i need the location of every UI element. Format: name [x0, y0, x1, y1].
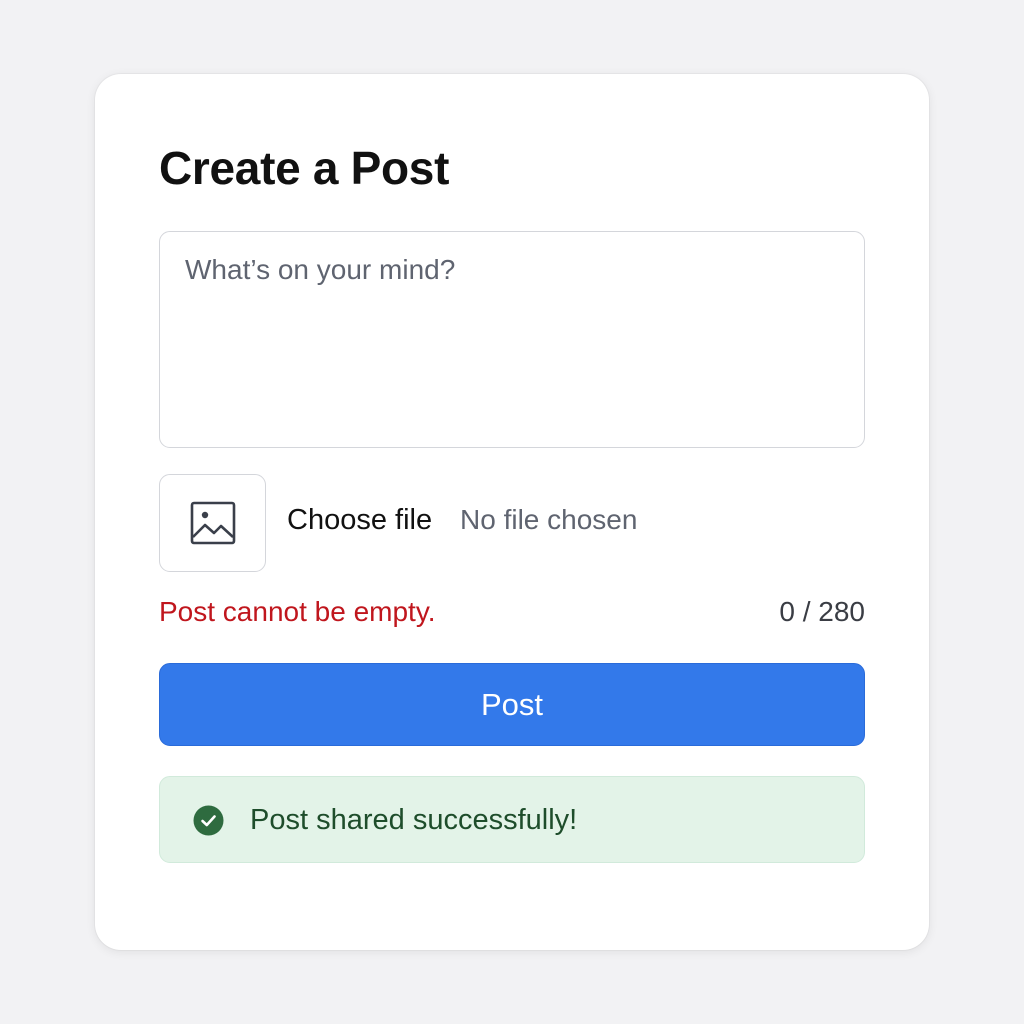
post-textarea[interactable] [159, 231, 865, 448]
success-alert: Post shared successfully! [159, 776, 865, 863]
page-title: Create a Post [159, 142, 450, 194]
create-post-card: Create a Post Choose file No file chosen… [95, 74, 929, 950]
error-message: Post cannot be empty. [159, 596, 436, 627]
image-icon [190, 501, 236, 545]
post-button[interactable]: Post [159, 663, 865, 746]
file-status-text: No file chosen [460, 504, 638, 535]
image-upload-button[interactable] [159, 474, 266, 572]
success-message: Post shared successfully! [250, 804, 578, 836]
check-circle-icon [193, 805, 224, 836]
character-counter: 0 / 280 [779, 596, 865, 627]
choose-file-button[interactable]: Choose file [287, 502, 432, 538]
